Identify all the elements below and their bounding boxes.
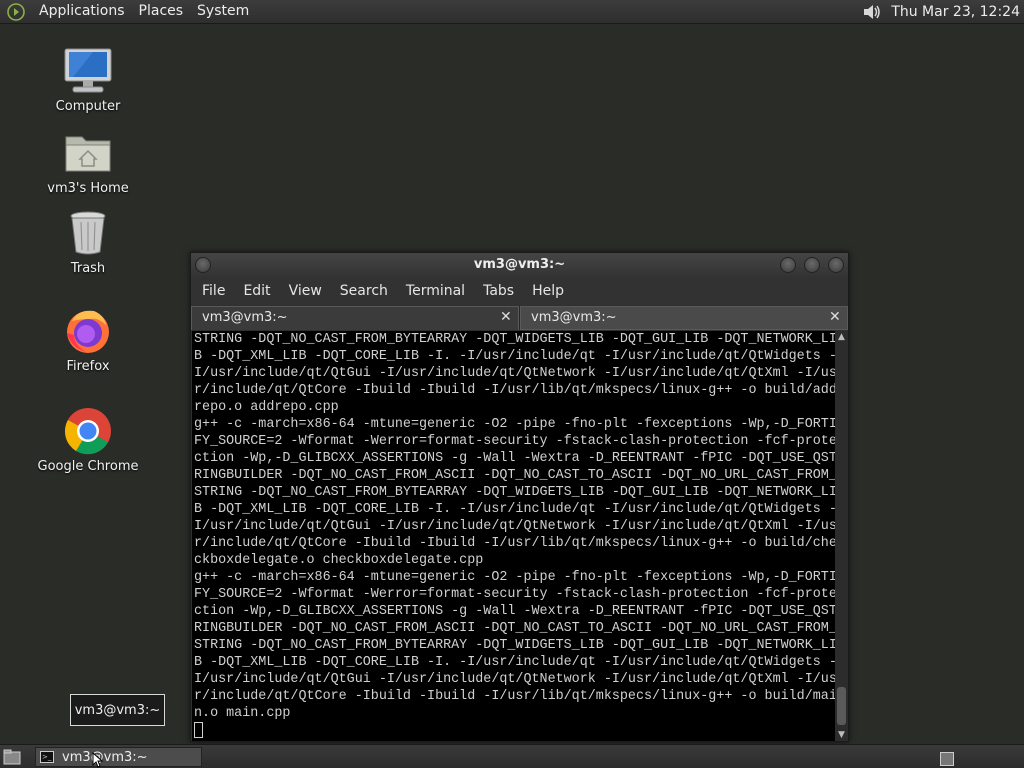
scrollbar-thumb[interactable]: [837, 687, 846, 725]
trash-icon: [62, 208, 114, 258]
menu-view[interactable]: View: [282, 283, 330, 299]
tab-label: vm3@vm3:~: [531, 310, 617, 325]
distro-logo-icon[interactable]: [6, 2, 26, 22]
desktop-icon-label: Computer: [55, 99, 121, 114]
terminal-text: STRING -DQT_NO_CAST_FROM_BYTEARRAY -DQT_…: [192, 331, 835, 739]
top-panel: Applications Places System Thu Mar 23, 1…: [0, 0, 1024, 24]
terminal-menubar: File Edit View Search Terminal Tabs Help: [191, 277, 848, 305]
tab-1[interactable]: vm3@vm3:~ ✕: [191, 306, 519, 330]
terminal-output[interactable]: STRING -DQT_NO_CAST_FROM_BYTEARRAY -DQT_…: [192, 331, 835, 741]
tab-close-icon[interactable]: ✕: [500, 310, 514, 324]
show-desktop-icon[interactable]: [2, 748, 22, 766]
clock[interactable]: Thu Mar 23, 12:24: [891, 4, 1020, 20]
desktop-icon-home[interactable]: vm3's Home: [33, 128, 143, 196]
menu-tabs[interactable]: Tabs: [476, 283, 522, 299]
tab-bar: vm3@vm3:~ ✕ vm3@vm3:~ ✕: [191, 306, 848, 330]
text-cursor: [194, 722, 203, 738]
terminal-window[interactable]: vm3@vm3:~ File Edit View Search Terminal…: [190, 252, 849, 742]
scroll-up-icon[interactable]: ▲: [835, 331, 848, 343]
tab-2[interactable]: vm3@vm3:~ ✕: [520, 306, 848, 330]
terminal-line: I/usr/include/qt/QtGui -I/usr/include/qt…: [194, 519, 835, 534]
desktop-icon-trash[interactable]: Trash: [33, 208, 143, 276]
terminal-line: RINGBUILDER -DQT_NO_CAST_FROM_ASCII -DQT…: [194, 621, 835, 636]
workspace-switcher[interactable]: [940, 752, 954, 766]
menu-file[interactable]: File: [195, 283, 233, 299]
home-folder-icon: [62, 128, 114, 178]
taskbar-button-label: vm3@vm3:~: [62, 749, 148, 765]
terminal-scrollbar[interactable]: ▲ ▼: [835, 331, 848, 741]
terminal-line: r/include/qt/QtCore -Ibuild -Ibuild -I/u…: [194, 689, 835, 704]
taskbar-button-terminal[interactable]: >_ vm3@vm3:~: [35, 747, 202, 767]
menu-help[interactable]: Help: [525, 283, 572, 299]
terminal-line: STRING -DQT_NO_CAST_FROM_BYTEARRAY -DQT_…: [194, 485, 835, 500]
firefox-icon: [62, 306, 114, 356]
terminal-line: RINGBUILDER -DQT_NO_CAST_FROM_ASCII -DQT…: [194, 468, 835, 483]
terminal-line: FY_SOURCE=2 -Wformat -Werror=format-secu…: [194, 434, 835, 449]
terminal-icon: >_: [40, 751, 54, 763]
terminal-line: g++ -c -march=x86-64 -mtune=generic -O2 …: [194, 417, 835, 432]
desktop-icon-label: Firefox: [66, 359, 110, 374]
desktop-icon-label: vm3's Home: [47, 181, 129, 196]
desktop-icon-computer[interactable]: Computer: [33, 46, 143, 114]
terminal-line: B -DQT_XML_LIB -DQT_CORE_LIB -I. -I/usr/…: [194, 655, 835, 670]
terminal-line: STRING -DQT_NO_CAST_FROM_BYTEARRAY -DQT_…: [194, 332, 835, 347]
terminal-line: B -DQT_XML_LIB -DQT_CORE_LIB -I. -I/usr/…: [194, 349, 835, 364]
desktop-icon-label: Google Chrome: [37, 459, 139, 474]
terminal-line: n.o main.cpp: [194, 706, 291, 721]
scroll-down-icon[interactable]: ▼: [835, 729, 848, 741]
menu-system[interactable]: System: [190, 0, 256, 24]
menu-search[interactable]: Search: [333, 283, 396, 299]
terminal-line: ction -Wp,-D_GLIBCXX_ASSERTIONS -g -Wall…: [194, 451, 835, 466]
terminal-line: I/usr/include/qt/QtGui -I/usr/include/qt…: [194, 672, 835, 687]
taskbar-tooltip: vm3@vm3:~: [70, 694, 165, 726]
mouse-pointer-icon: [92, 751, 104, 768]
terminal-line: r/include/qt/QtCore -Ibuild -Ibuild -I/u…: [194, 383, 835, 398]
maximize-button[interactable]: [804, 257, 820, 273]
computer-icon: [62, 46, 114, 96]
close-button[interactable]: [828, 257, 844, 273]
tab-label: vm3@vm3:~: [202, 310, 288, 325]
desktop-icon-label: Trash: [70, 261, 106, 276]
terminal-line: FY_SOURCE=2 -Wformat -Werror=format-secu…: [194, 587, 835, 602]
terminal-line: ckboxdelegate.o checkboxdelegate.cpp: [194, 553, 484, 568]
terminal-line: I/usr/include/qt/QtGui -I/usr/include/qt…: [194, 366, 835, 381]
volume-icon[interactable]: [861, 1, 883, 23]
desktop-icon-chrome[interactable]: Google Chrome: [33, 406, 143, 474]
menu-terminal[interactable]: Terminal: [399, 283, 473, 299]
menu-applications[interactable]: Applications: [32, 0, 132, 24]
menu-edit[interactable]: Edit: [236, 283, 278, 299]
terminal-line: STRING -DQT_NO_CAST_FROM_BYTEARRAY -DQT_…: [194, 638, 835, 653]
prompt-line: [194, 722, 835, 739]
window-titlebar[interactable]: vm3@vm3:~: [191, 253, 848, 277]
window-title: vm3@vm3:~: [473, 257, 566, 272]
desktop-icon-firefox[interactable]: Firefox: [33, 306, 143, 374]
bottom-panel: >_ vm3@vm3:~: [0, 744, 1024, 768]
menu-places[interactable]: Places: [132, 0, 191, 24]
chrome-icon: [62, 406, 114, 456]
terminal-line: g++ -c -march=x86-64 -mtune=generic -O2 …: [194, 570, 835, 585]
terminal-line: B -DQT_XML_LIB -DQT_CORE_LIB -I. -I/usr/…: [194, 502, 835, 517]
minimize-button[interactable]: [780, 257, 796, 273]
terminal-line: r/include/qt/QtCore -Ibuild -Ibuild -I/u…: [194, 536, 835, 551]
terminal-line: ction -Wp,-D_GLIBCXX_ASSERTIONS -g -Wall…: [194, 604, 835, 619]
tab-close-icon[interactable]: ✕: [829, 310, 843, 324]
terminal-line: repo.o addrepo.cpp: [194, 400, 339, 415]
